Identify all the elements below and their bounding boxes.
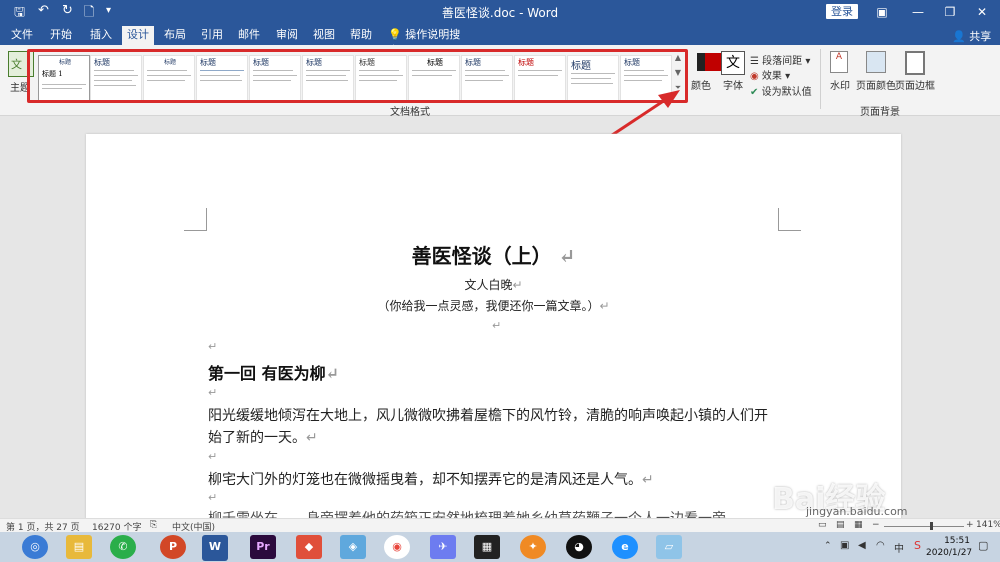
- person-icon: 👤: [952, 30, 966, 43]
- wechat-icon[interactable]: ✆: [110, 535, 136, 559]
- paragraph-2: 柳宅大门外的灯笼也在微微摇曳着，却不知摆弄它的是清风还是人气。↵: [208, 472, 654, 488]
- file-explorer-icon[interactable]: ▤: [66, 535, 92, 559]
- login-button[interactable]: 登录: [826, 4, 858, 19]
- qq-icon[interactable]: ◕: [566, 535, 592, 559]
- chapter-heading: 第一回 有医为柳↵: [208, 364, 339, 383]
- maximize-icon[interactable]: ❐: [938, 2, 962, 22]
- paragraph-1-line-2: 始了新的一天。↵: [208, 430, 318, 446]
- lightbulb-icon: 💡: [388, 28, 402, 41]
- page-color-icon[interactable]: [866, 51, 886, 73]
- tray-sogou-icon[interactable]: S: [914, 539, 921, 552]
- fonts-icon[interactable]: 文: [721, 51, 745, 75]
- web-layout-icon[interactable]: ▦: [854, 520, 863, 530]
- set-default-button[interactable]: ✔ 设为默认值: [750, 83, 812, 98]
- ribbon-tabs: 文件 开始 插入 设计 布局 引用 邮件 审阅 视图 帮助 💡 操作说明搜索 👤…: [0, 24, 1000, 57]
- internet-explorer-icon[interactable]: e: [612, 535, 638, 559]
- share-label: 共享: [969, 30, 992, 43]
- paragraph-1-line-1: 阳光缓缓地倾泻在大地上，风儿微微吹拂着屋檐下的风竹铃，清脆的响声唤起小镇的人们开: [208, 408, 768, 424]
- word-icon[interactable]: W: [202, 535, 228, 559]
- tab-mailings[interactable]: 邮件: [234, 27, 264, 45]
- paragraph-spacing-label: 段落间距: [762, 56, 803, 67]
- colors-label[interactable]: 颜色: [691, 77, 711, 92]
- clock-date[interactable]: 2020/1/27: [926, 548, 972, 558]
- close-icon[interactable]: ✕: [970, 2, 994, 22]
- tab-design[interactable]: 设计: [122, 26, 154, 45]
- tray-ime-icon[interactable]: 中: [894, 540, 904, 555]
- tab-review[interactable]: 审阅: [272, 27, 302, 45]
- start-icon[interactable]: ◎: [22, 535, 48, 559]
- app-icon-1[interactable]: ◆: [296, 535, 322, 559]
- page-border-icon[interactable]: [905, 51, 925, 75]
- app-icon-3[interactable]: ✈: [430, 535, 456, 559]
- minimize-icon[interactable]: —: [906, 2, 930, 22]
- tab-view[interactable]: 视图: [309, 27, 339, 45]
- clock-time[interactable]: 15:51: [936, 536, 970, 546]
- paragraph-spacing-icon: ☰: [750, 56, 759, 67]
- tab-references[interactable]: 引用: [197, 27, 227, 45]
- set-default-label: 设为默认值: [761, 87, 812, 98]
- effects-button[interactable]: ◉ 效果 ▾: [750, 67, 790, 82]
- watermark-icon[interactable]: A: [830, 51, 848, 73]
- media-player-icon[interactable]: ▦: [474, 535, 500, 559]
- check-circle-icon: ✔: [750, 87, 759, 98]
- document-format-group-label: 文档格式: [390, 107, 430, 118]
- chrome-icon[interactable]: ◉: [384, 535, 410, 559]
- app-icon-2[interactable]: ◈: [340, 535, 366, 559]
- title-bar: 🖫 ↶ ↻ 🗋 ▾ 善医怪谈.doc - Word 登录 ▣ — ❐ ✕: [0, 0, 1000, 24]
- tray-network-icon[interactable]: ▣: [840, 540, 849, 551]
- document-author: 文人白晚↵: [464, 278, 523, 292]
- paragraph-spacing-button[interactable]: ☰ 段落间距 ▾: [750, 52, 810, 67]
- print-layout-icon[interactable]: ▤: [836, 520, 845, 530]
- zoom-out-icon[interactable]: −: [872, 520, 880, 530]
- effects-label: 效果: [761, 71, 782, 82]
- tab-insert[interactable]: 插入: [86, 27, 116, 45]
- tray-wifi-icon[interactable]: ◠: [876, 540, 885, 551]
- baidu-watermark-url: jingyan.baidu.com: [806, 505, 908, 518]
- tab-layout[interactable]: 布局: [160, 27, 190, 45]
- zoom-slider[interactable]: [884, 526, 964, 527]
- watermark-label[interactable]: 水印: [830, 77, 850, 92]
- premiere-icon[interactable]: Pr: [250, 535, 276, 559]
- app-icon-5[interactable]: ▱: [656, 535, 682, 559]
- tab-home[interactable]: 开始: [46, 27, 76, 45]
- document-title: 善医怪谈（上） ↵: [411, 244, 576, 268]
- tab-file[interactable]: 文件: [8, 27, 36, 45]
- document-subtitle: （你给我一点灵感，我便还你一篇文章。）↵: [377, 299, 610, 313]
- page-color-label[interactable]: 页面颜色: [856, 77, 896, 92]
- effects-icon: ◉: [750, 71, 759, 82]
- tray-expand-icon[interactable]: ⌃: [824, 541, 832, 551]
- tell-me-search[interactable]: 💡 操作说明搜索: [388, 27, 468, 57]
- status-bar: 第 1 页，共 27 页 16270 个字 ⎘ 中文(中国) ▭ ▤ ▦ − +…: [0, 518, 1000, 533]
- zoom-slider-handle[interactable]: [930, 522, 933, 530]
- ribbon-display-icon[interactable]: ▣: [870, 2, 894, 22]
- zoom-level[interactable]: 141%: [976, 520, 1000, 530]
- zoom-in-icon[interactable]: +: [966, 520, 974, 530]
- read-mode-icon[interactable]: ▭: [818, 520, 827, 530]
- tray-volume-icon[interactable]: ◀: [858, 540, 866, 551]
- notification-icon[interactable]: ▢: [978, 539, 988, 552]
- proofing-icon[interactable]: ⎘: [150, 520, 157, 530]
- page-border-label[interactable]: 页面边框: [895, 77, 935, 92]
- colors-icon[interactable]: [697, 53, 721, 71]
- page-background-group-label: 页面背景: [860, 107, 900, 118]
- share-button[interactable]: 👤 共享: [952, 28, 991, 44]
- taskbar: ◎ ▤ ✆ P W Pr ◆ ◈ ◉ ✈ ▦ ✦ ◕ e ▱ ⌃ ▣ ◀ ◠ 中…: [0, 532, 1000, 562]
- powerpoint-icon[interactable]: P: [160, 535, 186, 559]
- app-icon-4[interactable]: ✦: [520, 535, 546, 559]
- fonts-label[interactable]: 字体: [723, 77, 743, 92]
- tab-help[interactable]: 帮助: [346, 27, 376, 45]
- annotation-highlight-box: [27, 49, 688, 103]
- document-page[interactable]: 善医怪谈（上） ↵ 文人白晚↵ （你给我一点灵感，我便还你一篇文章。）↵ ↵ ↵…: [86, 134, 901, 519]
